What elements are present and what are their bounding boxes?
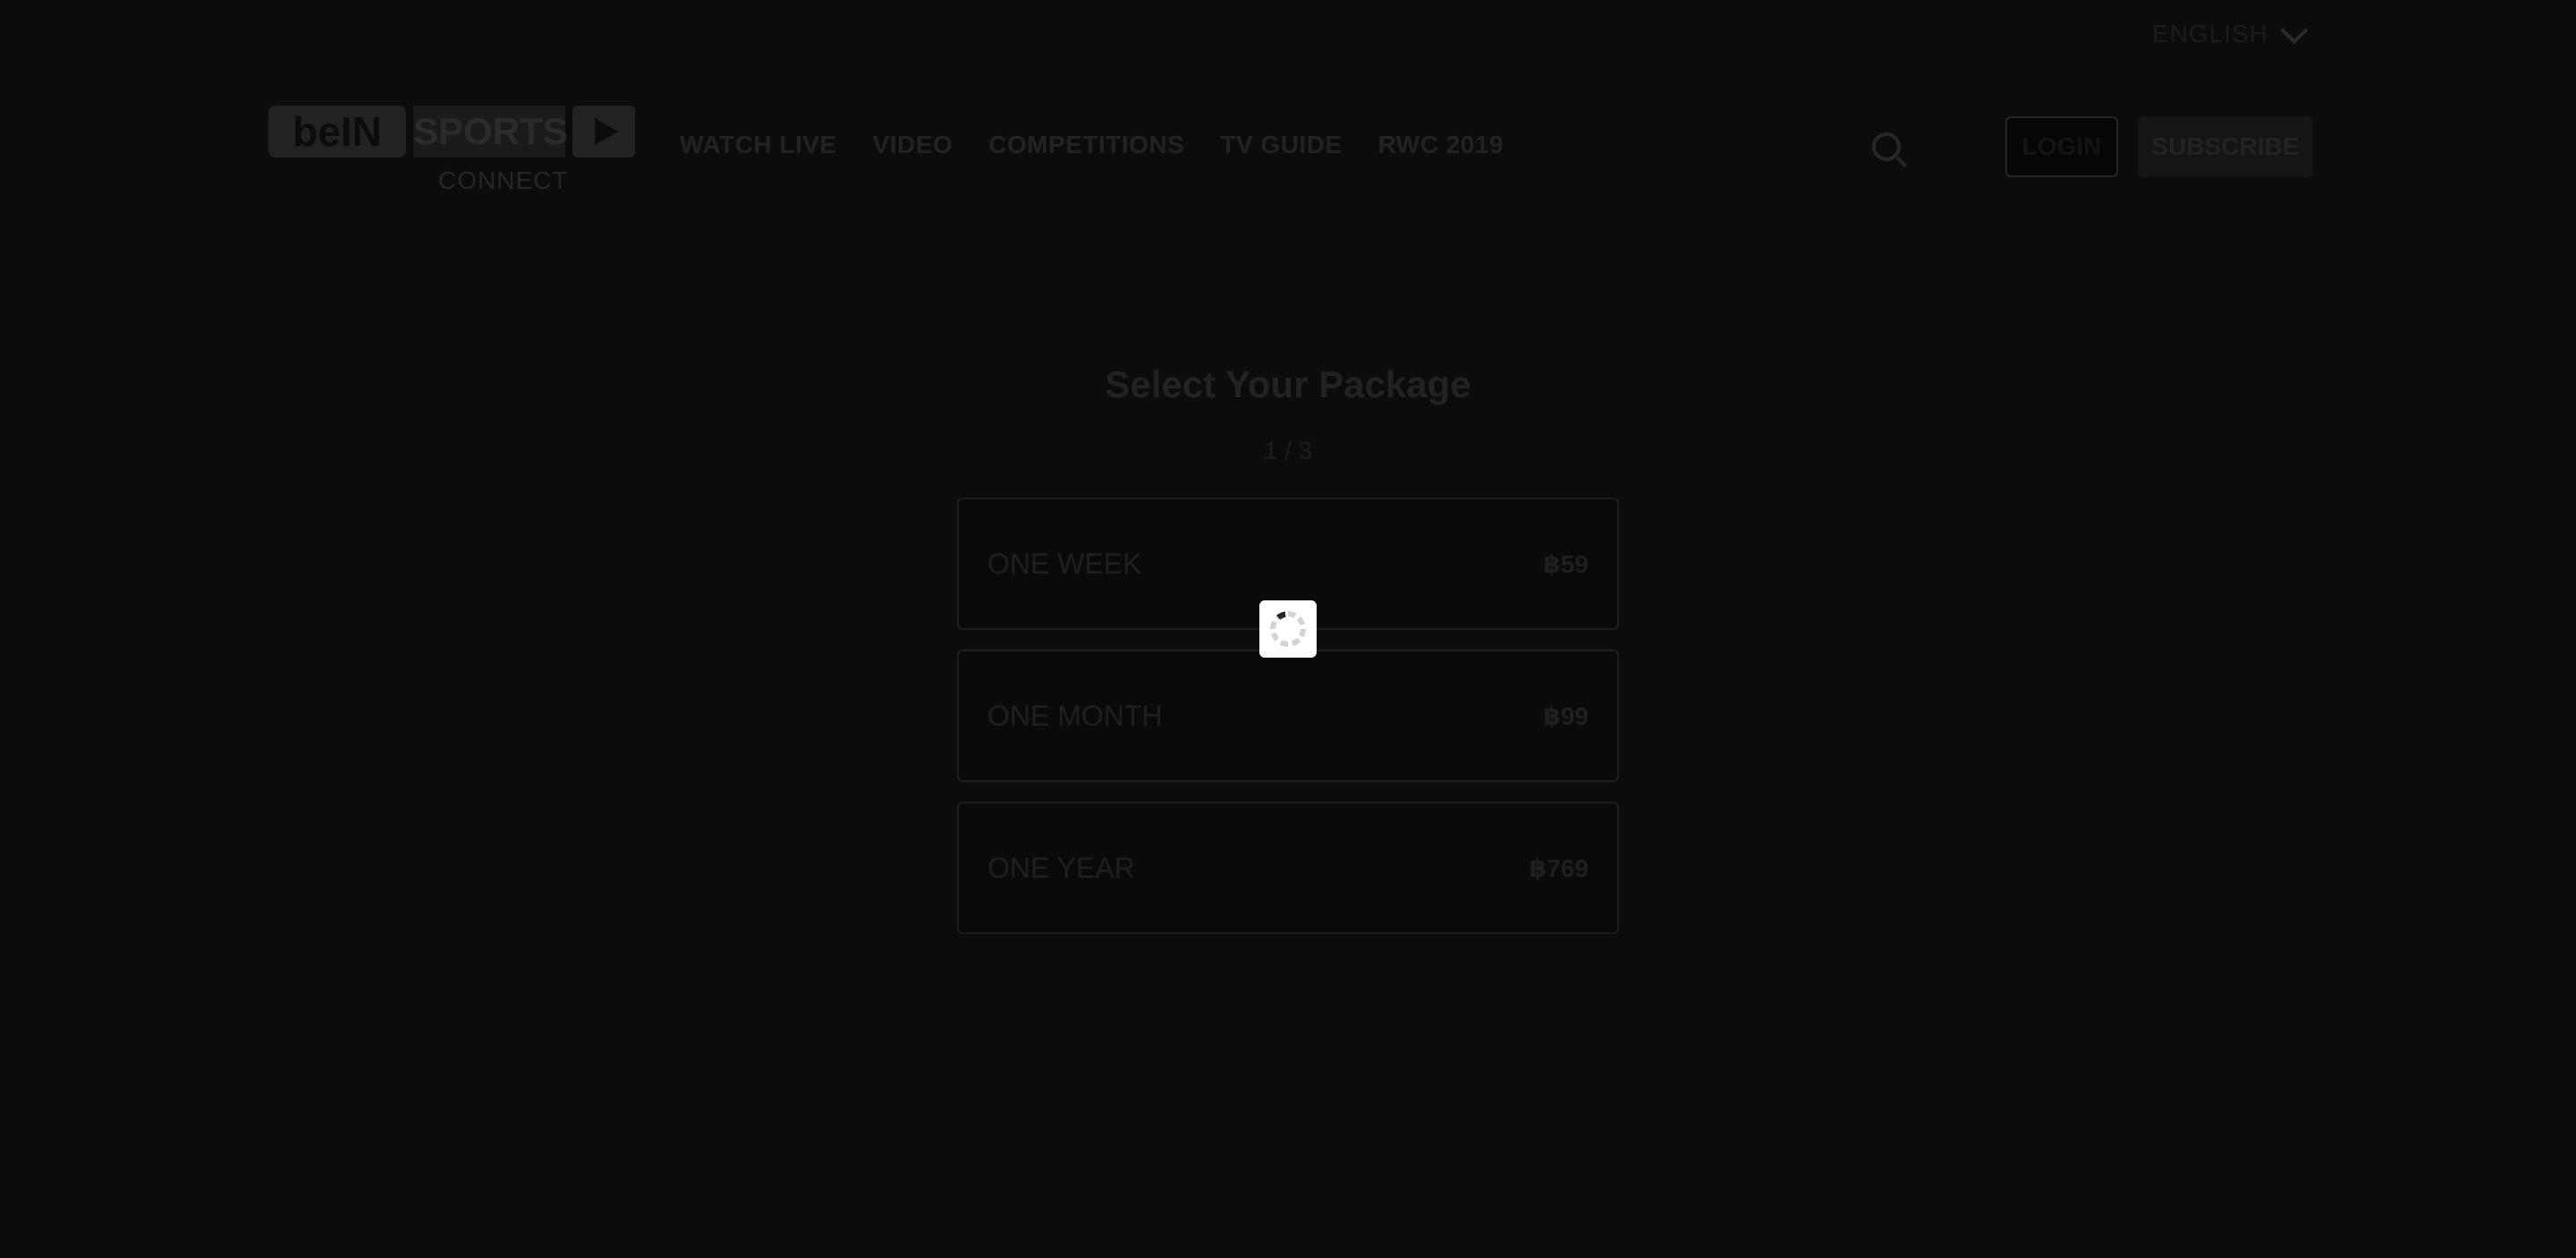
package-price: ฿99 [1543, 701, 1589, 730]
search-icon[interactable] [1872, 132, 1901, 161]
nav-item-watch-live[interactable]: WATCH LIVE [680, 131, 837, 159]
page-title: Select Your Package [1105, 363, 1471, 405]
loading-overlay [1259, 600, 1317, 658]
nav-item-video[interactable]: VIDEO [873, 131, 953, 159]
play-icon [572, 106, 635, 157]
language-selector[interactable]: ENGLISH [2152, 16, 2309, 48]
language-label: ENGLISH [2152, 20, 2268, 47]
logo-sports: SPORTS [413, 106, 568, 157]
package-name: ONE MONTH [987, 699, 1163, 732]
loading-spinner-icon [1270, 611, 1306, 647]
chevron-down-icon [2280, 16, 2309, 45]
package-price: ฿59 [1543, 549, 1589, 578]
logo-connect: CONNECT [438, 166, 569, 194]
login-button[interactable]: LOGIN [2005, 116, 2118, 177]
nav-item-tv-guide[interactable]: TV GUIDE [1220, 131, 1342, 159]
nav-item-competitions[interactable]: COMPETITIONS [988, 131, 1184, 159]
package-name: ONE WEEK [987, 547, 1142, 580]
package-price: ฿769 [1529, 854, 1589, 882]
main-nav: WATCH LIVE VIDEO COMPETITIONS TV GUIDE R… [680, 131, 1504, 159]
logo-bein: beIN [268, 106, 406, 157]
logo[interactable]: beIN SPORTS CONNECT [268, 106, 637, 195]
login-label: LOGIN [2021, 132, 2102, 160]
step-indicator: 1 / 3 [1263, 437, 1313, 464]
nav-item-rwc-2019[interactable]: RWC 2019 [1378, 131, 1504, 159]
subscribe-button[interactable]: SUBSCRIBE [2138, 116, 2313, 177]
package-name: ONE YEAR [987, 851, 1135, 884]
package-option-one-month[interactable]: ONE MONTH ฿99 [957, 650, 1619, 782]
package-option-one-year[interactable]: ONE YEAR ฿769 [957, 802, 1619, 934]
page-background: ENGLISH beIN SPORTS CONNECT WATCH LIVE V… [0, 0, 2576, 1258]
